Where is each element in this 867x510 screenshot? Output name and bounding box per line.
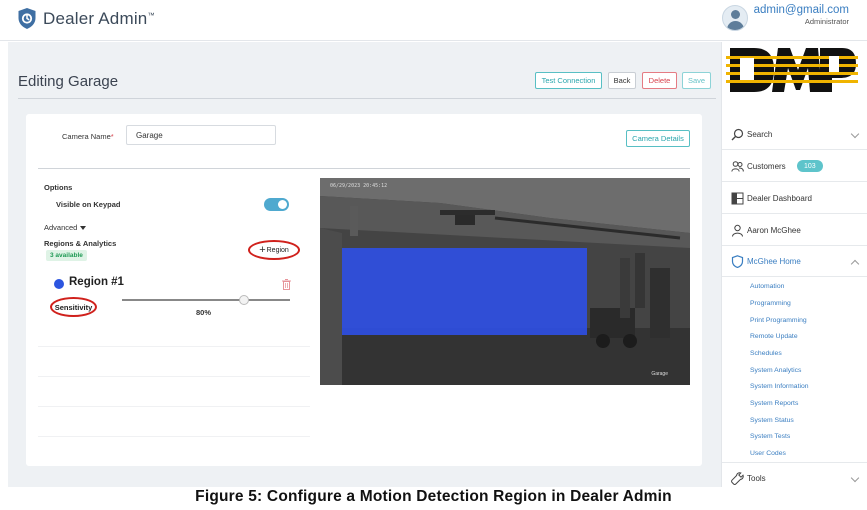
submenu-item-system-information[interactable]: System Information bbox=[750, 383, 809, 390]
sensitivity-value: 80% bbox=[196, 308, 212, 317]
caret-down-icon bbox=[80, 226, 87, 231]
chevron-up-icon bbox=[850, 259, 860, 269]
submenu-item-system-analytics[interactable]: System Analytics bbox=[750, 367, 801, 374]
app-logo[interactable]: Dealer Admin™ bbox=[17, 7, 155, 30]
divider bbox=[38, 346, 310, 347]
user-icon bbox=[732, 224, 743, 237]
region-color-dot bbox=[54, 279, 64, 289]
camera-name-label: Camera Name* bbox=[62, 132, 114, 141]
plus-icon: + bbox=[259, 243, 266, 256]
submenu-item-remote-update[interactable]: Remote Update bbox=[750, 333, 798, 340]
shield-logo-icon bbox=[18, 8, 36, 29]
figure-caption: Figure 5: Configure a Motion Detection R… bbox=[195, 488, 672, 505]
options-heading: Options bbox=[44, 183, 73, 192]
avatar[interactable] bbox=[721, 5, 748, 31]
submenu-item-user-codes[interactable]: User Codes bbox=[750, 450, 786, 457]
card-divider bbox=[38, 168, 690, 169]
sidebar-item-label: Aaron McGhee bbox=[747, 225, 801, 235]
available-badge: 3 available bbox=[46, 250, 87, 261]
sidebar-item-label: Tools bbox=[747, 473, 766, 483]
visible-on-keypad-toggle[interactable] bbox=[264, 198, 289, 211]
sidebar-item-customers[interactable]: Customers 103 bbox=[722, 151, 867, 182]
camera-edit-card: Camera Name* Garage Camera Details Optio… bbox=[26, 114, 702, 466]
shield-icon bbox=[731, 255, 744, 268]
sidebar-item-mcghee-home[interactable]: McGhee Home bbox=[722, 246, 867, 277]
camera-details-button[interactable]: Camera Details bbox=[626, 130, 690, 147]
sidebar: Search Customers 103 Dealer Dashboard Aa… bbox=[721, 42, 867, 487]
sidebar-item-label: Dealer Dashboard bbox=[747, 193, 812, 203]
main-content: Editing Garage Test Connection Back Dele… bbox=[8, 42, 721, 487]
save-button[interactable]: Save bbox=[682, 72, 711, 89]
divider bbox=[38, 376, 310, 377]
app-title: Dealer Admin™ bbox=[43, 8, 155, 28]
sensitivity-slider-thumb[interactable] bbox=[239, 295, 250, 305]
page-title: Editing Garage bbox=[18, 73, 119, 90]
submenu-item-print-programming[interactable]: Print Programming bbox=[750, 317, 807, 324]
submenu-item-system-status[interactable]: System Status bbox=[750, 417, 794, 424]
chevron-down-icon bbox=[850, 473, 860, 483]
dmp-logo bbox=[726, 44, 858, 96]
customers-count-badge: 103 bbox=[797, 160, 823, 172]
sidebar-item-label: Search bbox=[747, 129, 773, 139]
divider bbox=[38, 406, 310, 407]
visible-on-keypad-label: Visible on Keypad bbox=[56, 200, 121, 209]
submenu-item-schedules[interactable]: Schedules bbox=[750, 350, 782, 357]
user-menu[interactable]: admin@gmail.com Administrator bbox=[721, 4, 849, 31]
submenu-item-system-reports[interactable]: System Reports bbox=[750, 400, 798, 407]
regions-analytics-heading: Regions & Analytics bbox=[44, 239, 117, 248]
camera-preview[interactable]: 06/29/2023 20:45:12 Garage bbox=[320, 178, 690, 385]
sidebar-item-dealer-dashboard[interactable]: Dealer Dashboard bbox=[722, 183, 867, 214]
divider bbox=[38, 436, 310, 437]
advanced-dropdown[interactable]: Advanced bbox=[44, 223, 87, 232]
sidebar-item-label: McGhee Home bbox=[747, 256, 801, 266]
people-icon bbox=[731, 161, 744, 172]
delete-button[interactable]: Delete bbox=[642, 72, 677, 89]
submenu-item-programming[interactable]: Programming bbox=[750, 300, 791, 307]
chevron-down-icon bbox=[850, 129, 860, 139]
camera-caption: Garage bbox=[651, 371, 668, 377]
top-bar: Dealer Admin™ admin@gmail.com Administra… bbox=[0, 0, 867, 41]
user-role: Administrator bbox=[804, 17, 849, 26]
camera-name-input[interactable]: Garage bbox=[126, 125, 276, 145]
region-name: Region #1 bbox=[69, 276, 124, 288]
submenu-item-automation[interactable]: Automation bbox=[750, 283, 784, 290]
submenu-item-system-tests[interactable]: System Tests bbox=[750, 433, 790, 440]
title-divider bbox=[18, 98, 716, 99]
sidebar-item-label: Customers bbox=[747, 161, 786, 171]
trash-icon[interactable] bbox=[282, 279, 291, 290]
motion-region-overlay[interactable] bbox=[342, 248, 587, 335]
test-connection-button[interactable]: Test Connection bbox=[535, 72, 602, 89]
sidebar-item-search[interactable]: Search bbox=[722, 119, 867, 150]
sidebar-item-aaron-mcghee[interactable]: Aaron McGhee bbox=[722, 215, 867, 246]
dashboard-icon bbox=[731, 192, 744, 205]
camera-timestamp: 06/29/2023 20:45:12 bbox=[330, 183, 388, 189]
wrench-icon bbox=[731, 472, 744, 485]
search-icon bbox=[731, 128, 744, 141]
user-email: admin@gmail.com bbox=[753, 4, 849, 16]
add-region-button[interactable]: + Region bbox=[248, 240, 300, 260]
toggle-knob bbox=[278, 200, 287, 209]
sensitivity-slider-track[interactable] bbox=[122, 299, 290, 301]
sensitivity-label: Sensitivity bbox=[50, 297, 97, 317]
back-button[interactable]: Back bbox=[608, 72, 636, 89]
